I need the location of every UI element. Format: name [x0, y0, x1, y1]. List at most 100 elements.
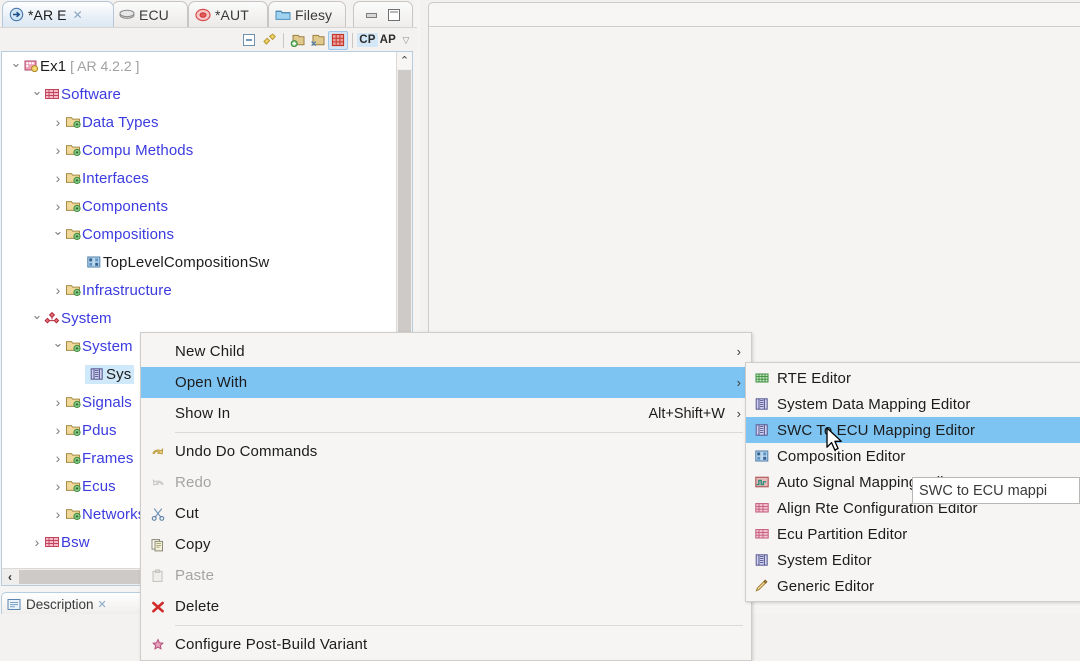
- tree-item-data-types[interactable]: Data Types: [2, 108, 397, 136]
- menu-separator: [175, 625, 743, 626]
- tab-filesystem[interactable]: Filesy: [268, 1, 346, 27]
- submenu-item-composition-editor[interactable]: Composition Editor: [746, 443, 1080, 469]
- chevron-right-icon[interactable]: [52, 115, 64, 130]
- submenu-item-ecu-partition-editor[interactable]: Ecu Partition Editor: [746, 521, 1080, 547]
- tree-item-system[interactable]: System: [2, 304, 397, 332]
- submenu-item-generic-editor[interactable]: Generic Editor: [746, 573, 1080, 599]
- chevron-right-icon[interactable]: [52, 199, 64, 214]
- delete-icon: [141, 600, 175, 614]
- submenu-item-label: System Data Mapping Editor: [777, 395, 971, 413]
- view-menu-icon[interactable]: ▽: [398, 35, 414, 46]
- tree-item-content: TopLevelCompositionSw: [85, 254, 269, 271]
- chevron-down-icon[interactable]: [52, 227, 64, 241]
- chevron-right-icon[interactable]: [52, 395, 64, 410]
- tree-item-compu-methods[interactable]: Compu Methods: [2, 136, 397, 164]
- tree-item-label: Infrastructure: [82, 281, 172, 299]
- submenu-item-rte-editor[interactable]: RTE Editor: [746, 365, 1080, 391]
- chevron-down-icon[interactable]: [31, 311, 43, 325]
- tree-item-components[interactable]: Components: [2, 192, 397, 220]
- chevron-right-icon[interactable]: [52, 171, 64, 186]
- minimize-icon[interactable]: [366, 12, 377, 18]
- chevron-right-icon[interactable]: [52, 507, 64, 522]
- tree-item-label: Data Types: [82, 113, 159, 131]
- submenu-item-label: Generic Editor: [777, 577, 875, 595]
- filter-package-icon[interactable]: [288, 31, 308, 50]
- collapse-all-icon[interactable]: [239, 31, 259, 50]
- tree-item-toplevelcompositionsw[interactable]: TopLevelCompositionSw: [2, 248, 397, 276]
- menu-item-delete[interactable]: Delete: [141, 591, 751, 622]
- menu-item-configure-post-build-variant[interactable]: Configure Post-Build Variant: [141, 629, 751, 660]
- chevron-right-icon[interactable]: [52, 423, 64, 438]
- tree-item-content: System: [64, 338, 133, 355]
- menu-item-open-with[interactable]: Open With ›: [141, 367, 751, 398]
- tab-autosar[interactable]: *AUT: [188, 1, 268, 27]
- tree-item-ex1[interactable]: Ex1[ AR 4.2.2 ]: [2, 52, 397, 80]
- scroll-left-icon[interactable]: ‹: [2, 570, 18, 584]
- tab-ar-explorer[interactable]: *AR E ✕: [2, 1, 114, 27]
- autosar-red-icon: [195, 8, 211, 22]
- submenu-item-swc-to-ecu-mapping-editor[interactable]: SWC To ECU Mapping Editor: [746, 417, 1080, 443]
- copy-icon: [141, 538, 175, 552]
- view-tabstrip: *AR E ✕ ECU *AUT Filesy: [0, 0, 414, 28]
- tab-ecu[interactable]: ECU: [112, 1, 188, 27]
- auto-signal-icon: [746, 475, 777, 489]
- chevron-right-icon[interactable]: [52, 479, 64, 494]
- menu-item-undo-do-commands[interactable]: Undo Do Commands: [141, 436, 751, 467]
- maximize-icon[interactable]: [388, 9, 400, 21]
- tree-item-interfaces[interactable]: Interfaces: [2, 164, 397, 192]
- package-folder-icon: [64, 395, 82, 409]
- adaptive-platform-toggle[interactable]: AP: [378, 33, 398, 47]
- tree-item-label: Sys: [106, 365, 132, 383]
- menu-item-label: New Child: [175, 343, 245, 360]
- chevron-down-icon[interactable]: [52, 339, 64, 353]
- menu-item-new-child[interactable]: New Child ›: [141, 336, 751, 367]
- tab-label: Filesy: [295, 6, 333, 23]
- tree-item-infrastructure[interactable]: Infrastructure: [2, 276, 397, 304]
- menu-item-copy[interactable]: Copy: [141, 529, 751, 560]
- menu-item-label: Cut: [175, 505, 199, 522]
- close-icon[interactable]: ✕: [98, 598, 107, 611]
- tree-item-compositions[interactable]: Compositions: [2, 220, 397, 248]
- tree-item-content: Compu Methods: [64, 142, 193, 159]
- description-tab-label: Description: [26, 597, 94, 612]
- description-icon: [7, 598, 22, 611]
- system-element-icon: [88, 367, 106, 381]
- vertical-scroll-thumb[interactable]: [398, 70, 411, 365]
- grid-filter-icon[interactable]: [328, 30, 349, 50]
- chevron-right-icon[interactable]: [52, 451, 64, 466]
- package-folder-icon: [64, 115, 82, 129]
- tooltip-text: SWC to ECU mappi: [919, 482, 1048, 499]
- link-with-editor-icon[interactable]: [259, 31, 279, 50]
- tree-item-content: Components: [64, 198, 168, 215]
- tree-item-label: Components: [82, 197, 169, 215]
- classic-platform-toggle[interactable]: CP: [357, 33, 378, 47]
- chevron-down-icon[interactable]: [10, 59, 22, 73]
- chevron-right-icon[interactable]: [52, 283, 64, 298]
- close-icon[interactable]: ✕: [73, 8, 83, 22]
- chevron-right-icon[interactable]: [31, 535, 43, 550]
- tree-item-software[interactable]: Software: [2, 80, 397, 108]
- submenu-item-label: Composition Editor: [777, 447, 906, 465]
- menu-item-paste: Paste: [141, 560, 751, 591]
- tab-label: *AUT: [215, 6, 249, 23]
- submenu-item-system-data-mapping-editor[interactable]: System Data Mapping Editor: [746, 391, 1080, 417]
- submenu-item-system-editor[interactable]: System Editor: [746, 547, 1080, 573]
- align-rte-icon: [746, 501, 777, 515]
- filter-package-alt-icon[interactable]: [308, 31, 328, 50]
- cut-icon: [141, 507, 175, 521]
- tree-item-label: TopLevelCompositionSw: [103, 253, 270, 271]
- menu-item-cut[interactable]: Cut: [141, 498, 751, 529]
- tree-item-content: Interfaces: [64, 170, 149, 187]
- tree-item-content: Infrastructure: [64, 282, 172, 299]
- context-menu[interactable]: New Child › Open With › Show In Alt+Shift+W › U…: [140, 332, 752, 661]
- ecu-partition-icon: [746, 527, 777, 541]
- package-folder-icon: [64, 423, 82, 437]
- tree-item-content: Pdus: [64, 422, 117, 439]
- menu-item-show-in[interactable]: Show In Alt+Shift+W ›: [141, 398, 751, 429]
- scroll-up-icon[interactable]: ⌃: [397, 52, 412, 69]
- chevron-down-icon[interactable]: [31, 87, 43, 101]
- configure-icon: [141, 637, 175, 652]
- tree-item-label: Networks: [82, 505, 146, 523]
- submenu-chevron-icon: ›: [736, 406, 741, 421]
- chevron-right-icon[interactable]: [52, 143, 64, 158]
